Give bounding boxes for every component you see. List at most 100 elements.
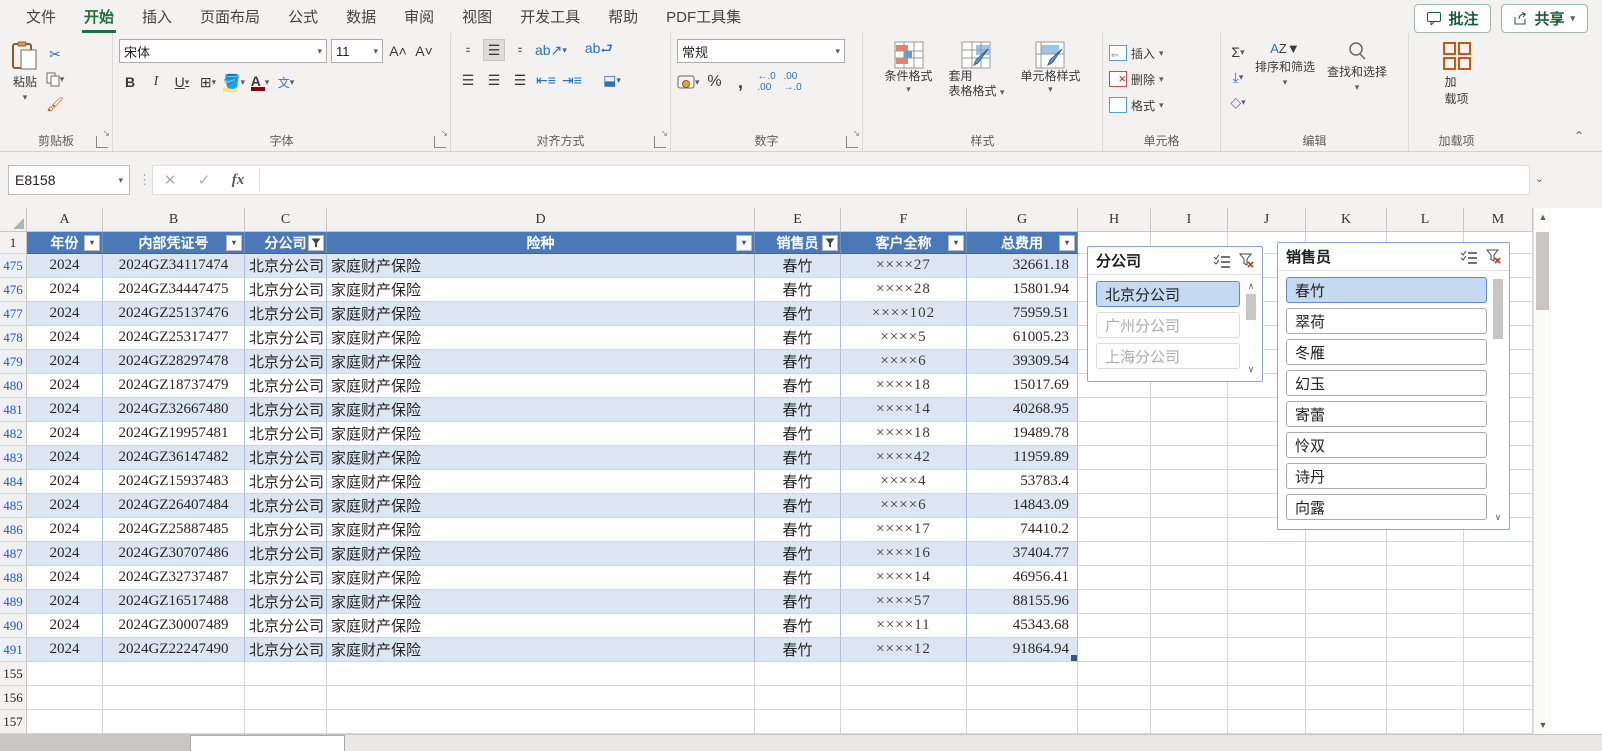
cell-year[interactable]: 2024 bbox=[27, 470, 103, 494]
cell[interactable] bbox=[1228, 638, 1306, 662]
cell[interactable] bbox=[1387, 542, 1464, 566]
cell-seller[interactable]: 春竹 bbox=[755, 590, 841, 614]
cell-seller[interactable]: 春竹 bbox=[755, 566, 841, 590]
cell-customer[interactable]: ××××42 bbox=[841, 446, 967, 470]
select-all-corner[interactable] bbox=[0, 208, 27, 232]
cell[interactable] bbox=[1464, 710, 1533, 734]
scroll-up-icon[interactable]: ▲ bbox=[1534, 208, 1552, 226]
increase-decimal-icon[interactable]: ←.0.00 bbox=[756, 71, 778, 93]
font-dialog-launcher[interactable] bbox=[434, 136, 446, 148]
cell-seller[interactable]: 春竹 bbox=[755, 518, 841, 542]
cell[interactable] bbox=[1151, 686, 1228, 710]
table-header-insurance[interactable]: 险种 ▾ bbox=[327, 232, 755, 254]
row-header[interactable]: 487 bbox=[0, 542, 27, 566]
cell[interactable] bbox=[841, 662, 967, 686]
cell-year[interactable]: 2024 bbox=[27, 350, 103, 374]
cell-year[interactable]: 2024 bbox=[27, 590, 103, 614]
align-left-icon[interactable]: ☰ bbox=[457, 69, 479, 91]
percent-icon[interactable]: % bbox=[704, 71, 726, 93]
orientation-icon[interactable]: ab↗▾ bbox=[535, 39, 567, 61]
row-header[interactable]: 155 bbox=[0, 662, 27, 686]
insert-cells-button[interactable]: ⇐ 插入▾ bbox=[1109, 41, 1214, 65]
cell-voucher[interactable]: 2024GZ18737479 bbox=[103, 374, 245, 398]
cell-seller[interactable]: 春竹 bbox=[755, 326, 841, 350]
copy-icon[interactable]: ▾ bbox=[44, 68, 66, 90]
bold-icon[interactable]: B bbox=[119, 71, 141, 93]
cell[interactable] bbox=[1387, 662, 1464, 686]
cell-company[interactable]: 北京分公司 bbox=[245, 422, 327, 446]
row-header[interactable]: 491 bbox=[0, 638, 27, 662]
cell-seller[interactable]: 春竹 bbox=[755, 470, 841, 494]
name-box[interactable]: E8158 ▾ bbox=[8, 165, 130, 195]
sheet-tab-scroll-area[interactable] bbox=[0, 735, 190, 751]
cell[interactable] bbox=[1387, 590, 1464, 614]
slicer-item[interactable]: 怜双 bbox=[1286, 432, 1487, 458]
cell-voucher[interactable]: 2024GZ25137476 bbox=[103, 302, 245, 326]
cell-company[interactable]: 北京分公司 bbox=[245, 638, 327, 662]
cancel-icon[interactable]: ✕ bbox=[153, 171, 187, 189]
cell-seller[interactable]: 春竹 bbox=[755, 422, 841, 446]
cell-fee[interactable]: 74410.2 bbox=[967, 518, 1078, 542]
cell[interactable] bbox=[1306, 662, 1387, 686]
cell[interactable] bbox=[967, 686, 1078, 710]
cell-seller[interactable]: 春竹 bbox=[755, 278, 841, 302]
cell-customer[interactable]: ××××18 bbox=[841, 422, 967, 446]
cell-voucher[interactable]: 2024GZ36147482 bbox=[103, 446, 245, 470]
row-header[interactable]: 478 bbox=[0, 326, 27, 350]
cell[interactable] bbox=[1078, 638, 1151, 662]
cell-insurance[interactable]: 家庭财产保险 bbox=[327, 614, 755, 638]
row-header[interactable]: 476 bbox=[0, 278, 27, 302]
cell-voucher[interactable]: 2024GZ22247490 bbox=[103, 638, 245, 662]
cell[interactable] bbox=[1306, 542, 1387, 566]
cell[interactable] bbox=[1306, 710, 1387, 734]
cell-voucher[interactable]: 2024GZ30707486 bbox=[103, 542, 245, 566]
cell-insurance[interactable]: 家庭财产保险 bbox=[327, 590, 755, 614]
cell[interactable] bbox=[327, 662, 755, 686]
cell-company[interactable]: 北京分公司 bbox=[245, 374, 327, 398]
cell[interactable] bbox=[27, 710, 103, 734]
comments-button[interactable]: 批注 bbox=[1414, 4, 1491, 33]
cell[interactable] bbox=[1078, 494, 1151, 518]
cell-fee[interactable]: 37404.77 bbox=[967, 542, 1078, 566]
cell[interactable] bbox=[1078, 470, 1151, 494]
cell[interactable] bbox=[103, 662, 245, 686]
cell-customer[interactable]: ××××14 bbox=[841, 566, 967, 590]
cell-year[interactable]: 2024 bbox=[27, 398, 103, 422]
row-header[interactable]: 488 bbox=[0, 566, 27, 590]
cell-company[interactable]: 北京分公司 bbox=[245, 470, 327, 494]
cell-seller[interactable]: 春竹 bbox=[755, 494, 841, 518]
cell-voucher[interactable]: 2024GZ16517488 bbox=[103, 590, 245, 614]
row-header[interactable]: 1 bbox=[0, 232, 27, 254]
tab-data[interactable]: 数据 bbox=[332, 0, 390, 33]
row-header[interactable]: 477 bbox=[0, 302, 27, 326]
tab-page-layout[interactable]: 页面布局 bbox=[186, 0, 274, 33]
increase-indent-icon[interactable]: ⇥≡ bbox=[561, 69, 583, 91]
slicer-company[interactable]: 分公司 北京分公司广州分公司上海分公司 ∧ ∨ bbox=[1087, 246, 1263, 382]
filter-dropdown-icon[interactable]: ▾ bbox=[1059, 235, 1075, 251]
cell-year[interactable]: 2024 bbox=[27, 494, 103, 518]
cell-customer[interactable]: ××××6 bbox=[841, 350, 967, 374]
clear-filter-icon[interactable] bbox=[1239, 253, 1254, 268]
cell[interactable] bbox=[103, 710, 245, 734]
format-painter-icon[interactable]: 🖌 bbox=[44, 93, 66, 115]
active-sheet-tab[interactable] bbox=[190, 735, 345, 751]
cell-company[interactable]: 北京分公司 bbox=[245, 254, 327, 278]
scrollbar-thumb[interactable] bbox=[1536, 232, 1549, 310]
scroll-up-icon[interactable]: ∧ bbox=[1248, 281, 1255, 292]
cell[interactable] bbox=[1464, 662, 1533, 686]
cell-voucher[interactable]: 2024GZ34447475 bbox=[103, 278, 245, 302]
cell-company[interactable]: 北京分公司 bbox=[245, 398, 327, 422]
cell-fee[interactable]: 14843.09 bbox=[967, 494, 1078, 518]
cell-voucher[interactable]: 2024GZ25887485 bbox=[103, 518, 245, 542]
cell-company[interactable]: 北京分公司 bbox=[245, 590, 327, 614]
cell[interactable] bbox=[1464, 686, 1533, 710]
cell-seller[interactable]: 春竹 bbox=[755, 302, 841, 326]
cell-insurance[interactable]: 家庭财产保险 bbox=[327, 350, 755, 374]
cell[interactable] bbox=[1151, 446, 1228, 470]
cell[interactable] bbox=[327, 710, 755, 734]
cell[interactable] bbox=[1464, 614, 1533, 638]
table-header-fee[interactable]: 总费用 ▾ bbox=[967, 232, 1078, 254]
cell-company[interactable]: 北京分公司 bbox=[245, 446, 327, 470]
cell[interactable] bbox=[1387, 566, 1464, 590]
cell-year[interactable]: 2024 bbox=[27, 422, 103, 446]
